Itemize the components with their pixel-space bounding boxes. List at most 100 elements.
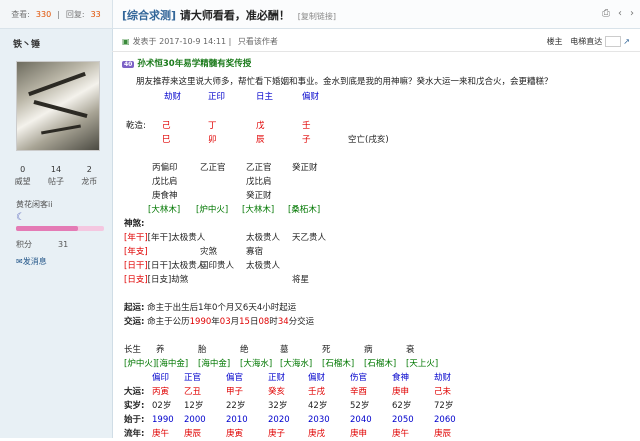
dayun-cell: 庚辰 [434, 429, 452, 439]
hidden-stem: 戊比肩 [152, 177, 178, 187]
elevator-input[interactable] [604, 36, 621, 47]
post-icon: ▣ [122, 37, 130, 46]
dayun-cell: 庚辰 [184, 429, 202, 439]
dayun-cell: 长生 [124, 345, 142, 355]
dayun-cell: 病 [364, 345, 373, 355]
dayun-cell: 死 [322, 345, 331, 355]
hidden-stem: 癸正财 [246, 191, 272, 201]
level-progress-bar [16, 226, 104, 231]
dayun-cell: 偏官 [226, 373, 244, 383]
stem: 戊 [256, 121, 265, 131]
qianyun-label: 乾造: [126, 121, 146, 131]
thread-tools: ⎙ ‹ › [602, 8, 634, 19]
shensha-item: 国印贵人 [200, 261, 235, 271]
dayun-cell: 己未 [434, 387, 452, 397]
stat-prestige: 0 威望 [14, 165, 31, 186]
dayun-cell: 养 [156, 345, 165, 355]
dayun-cell: 庚午 [392, 429, 410, 439]
avatar[interactable] [16, 61, 100, 151]
dayun-row-label: 实岁: [124, 401, 145, 411]
dayun-cell: 22岁 [226, 401, 246, 411]
shensha-row: [日干][日干]太极贵人 [124, 261, 206, 271]
shensha-item: 太极贵人 [246, 261, 281, 271]
dayun-cell: 劫财 [434, 373, 452, 383]
reply-count: 33 [90, 9, 101, 19]
print-icon[interactable]: ⎙ [602, 8, 610, 19]
mail-icon: ✉ [16, 257, 23, 266]
send-message-link[interactable]: ✉发消息 [16, 256, 47, 267]
thread-stats: 查看: 330 | 回复: 33 [0, 0, 113, 28]
jump-icon[interactable]: ↗ [623, 37, 630, 46]
reply-label: 回复: [65, 9, 85, 19]
dayun-cell: 正官 [184, 373, 202, 383]
dayun-cell: 绝 [240, 345, 249, 355]
dayun-cell: 1990 [152, 415, 174, 425]
moon-icon: ☾ [16, 212, 25, 223]
dayun-cell: 乙丑 [184, 387, 202, 397]
dayun-cell: 偏财 [308, 373, 326, 383]
next-thread-icon[interactable]: › [630, 8, 634, 19]
nayin: [大林木] [148, 205, 181, 215]
branch: 巳 [162, 135, 171, 145]
post-time: ▣ 发表于 2017-10-9 14:11 | 只看该作者 [122, 37, 278, 46]
signature-link[interactable]: 40 孙术恒30年易学精髓有奖传授 [122, 58, 251, 71]
dayun-cell: 12岁 [184, 401, 204, 411]
dayun-cell: 正财 [268, 373, 286, 383]
floor-label: 楼主 [546, 37, 563, 46]
shensha-item: 灾煞 [200, 247, 218, 257]
god-label: 劫财 [164, 92, 182, 102]
dayun-cell: 壬戌 [308, 387, 326, 397]
dayun-cell: 癸亥 [268, 387, 286, 397]
view-count: 330 [35, 9, 52, 19]
dayun-cell: [石榴木] [364, 359, 397, 369]
shensha-item: 天乙贵人 [292, 233, 327, 243]
nayin: [大林木] [242, 205, 275, 215]
dayun-row-label: 流年: [124, 429, 145, 439]
nayin: [桑柘木] [288, 205, 321, 215]
copy-link[interactable]: [复制链接] [298, 12, 336, 21]
god-label: 正印 [208, 92, 226, 102]
dayun-cell: 2000 [184, 415, 206, 425]
hidden-stem: 乙正官 [200, 163, 226, 173]
nayin: [炉中火] [196, 205, 229, 215]
hidden-stem: 戊比肩 [246, 177, 272, 187]
dayun-cell: [炉中火] [124, 359, 157, 369]
view-label: 查看: [11, 9, 30, 19]
dayun-row-label: 始于: [124, 415, 145, 425]
dayun-cell: 庚子 [268, 429, 286, 439]
only-author-link[interactable]: 只看该作者 [238, 37, 278, 46]
author-motto: 黄花闲客ii [16, 200, 53, 209]
stem: 己 [162, 121, 171, 131]
dayun-cell: 72岁 [434, 401, 454, 411]
thread-title-text: 请大师看看，准必酬！ [179, 9, 290, 22]
dayun-cell: 庚午 [152, 429, 170, 439]
dayun-cell: 庚申 [350, 429, 368, 439]
post-actions: 楼主 电梯直达 ↗ [547, 36, 630, 47]
dayun-cell: [石榴木] [322, 359, 355, 369]
stat-posts[interactable]: 14 帖子 [48, 164, 64, 188]
intro-text: 朋友推荐来这里说大师多，帮忙看下婚姻和事业。金水到底是我的用神嘛？癸水大运一来和… [136, 77, 553, 87]
prev-thread-icon[interactable]: ‹ [618, 8, 622, 19]
kongwang: 空亡(戌亥) [348, 135, 389, 145]
thread-category[interactable]: [综合求测] [122, 9, 176, 22]
hidden-stem: 癸正财 [292, 163, 318, 173]
post-content: 40 孙术恒30年易学精髓有奖传授 朋友推荐来这里说大师多，帮忙看下婚姻和事业。金… [122, 58, 632, 439]
shensha-item: 寡宿 [246, 247, 264, 257]
dayun-cell: [海中金] [156, 359, 189, 369]
author-name[interactable]: 铁丶锤 [13, 37, 40, 50]
dayun-cell: 62岁 [392, 401, 412, 411]
dayun-cell: 2030 [308, 415, 330, 425]
dayun-cell: [海中金] [198, 359, 231, 369]
dayun-cell: 伤官 [350, 373, 368, 383]
dayun-cell: 庚申 [392, 387, 410, 397]
elevator-link[interactable]: 电梯直达 [570, 37, 602, 46]
thread-title: [综合求测] 请大师看看，准必酬！ [复制链接] [122, 7, 336, 23]
dayun-cell: 偏印 [152, 373, 170, 383]
dayun-cell: 衰 [406, 345, 415, 355]
shensha-item: 将星 [292, 275, 310, 285]
hidden-stem: 乙正官 [246, 163, 272, 173]
shensha-item: [年支] [124, 247, 148, 257]
dayun-cell: [大海水] [240, 359, 273, 369]
dayun-cell: 丙寅 [152, 387, 170, 397]
dayun-row-label: 大运: [124, 387, 145, 397]
